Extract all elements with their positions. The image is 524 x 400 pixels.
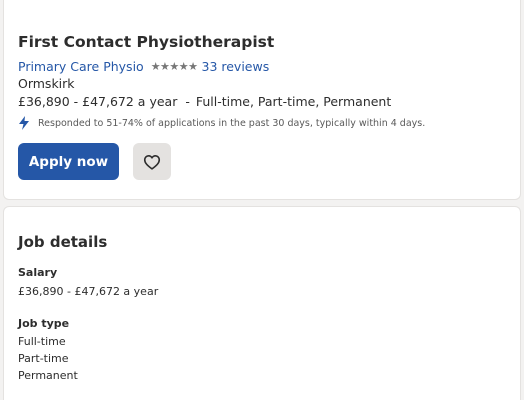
lightning-bolt-icon: [19, 116, 29, 130]
header-job-types: Full-time, Part-time, Permanent: [195, 94, 392, 109]
salary-label: Salary: [18, 266, 58, 279]
rating-stars: ★★★★★: [150, 60, 198, 73]
company-row: Primary Care Physio ★★★★★ 33 reviews: [18, 59, 269, 74]
salary-value: £36,890 - £47,672 a year: [18, 285, 159, 298]
header-salary: £36,890 - £47,672 a year: [18, 94, 178, 109]
job-location: Ormskirk: [18, 76, 75, 91]
job-title: First Contact Physiotherapist: [18, 33, 275, 51]
job-type-item: Full-time: [18, 335, 66, 348]
company-link[interactable]: Primary Care Physio: [18, 59, 144, 74]
responsiveness-row: Responded to 51-74% of applications in t…: [18, 116, 425, 130]
job-type-item: Permanent: [18, 369, 78, 382]
job-details-heading: Job details: [18, 233, 108, 251]
page: First Contact Physiotherapist Primary Ca…: [0, 0, 524, 400]
job-details-card: Job details Salary £36,890 - £47,672 a y…: [3, 206, 521, 400]
salary-and-type-row: £36,890 - £47,672 a year - Full-time, Pa…: [18, 94, 391, 109]
job-type-item: Part-time: [18, 352, 69, 365]
job-type-label: Job type: [18, 317, 70, 330]
apply-now-button[interactable]: Apply now: [18, 143, 119, 180]
save-job-button[interactable]: [133, 143, 171, 180]
job-header-card: First Contact Physiotherapist Primary Ca…: [3, 0, 521, 200]
header-separator: -: [185, 94, 190, 109]
reviews-link[interactable]: 33 reviews: [202, 59, 270, 74]
heart-icon: [143, 154, 161, 170]
responsiveness-text: Responded to 51-74% of applications in t…: [38, 117, 426, 129]
